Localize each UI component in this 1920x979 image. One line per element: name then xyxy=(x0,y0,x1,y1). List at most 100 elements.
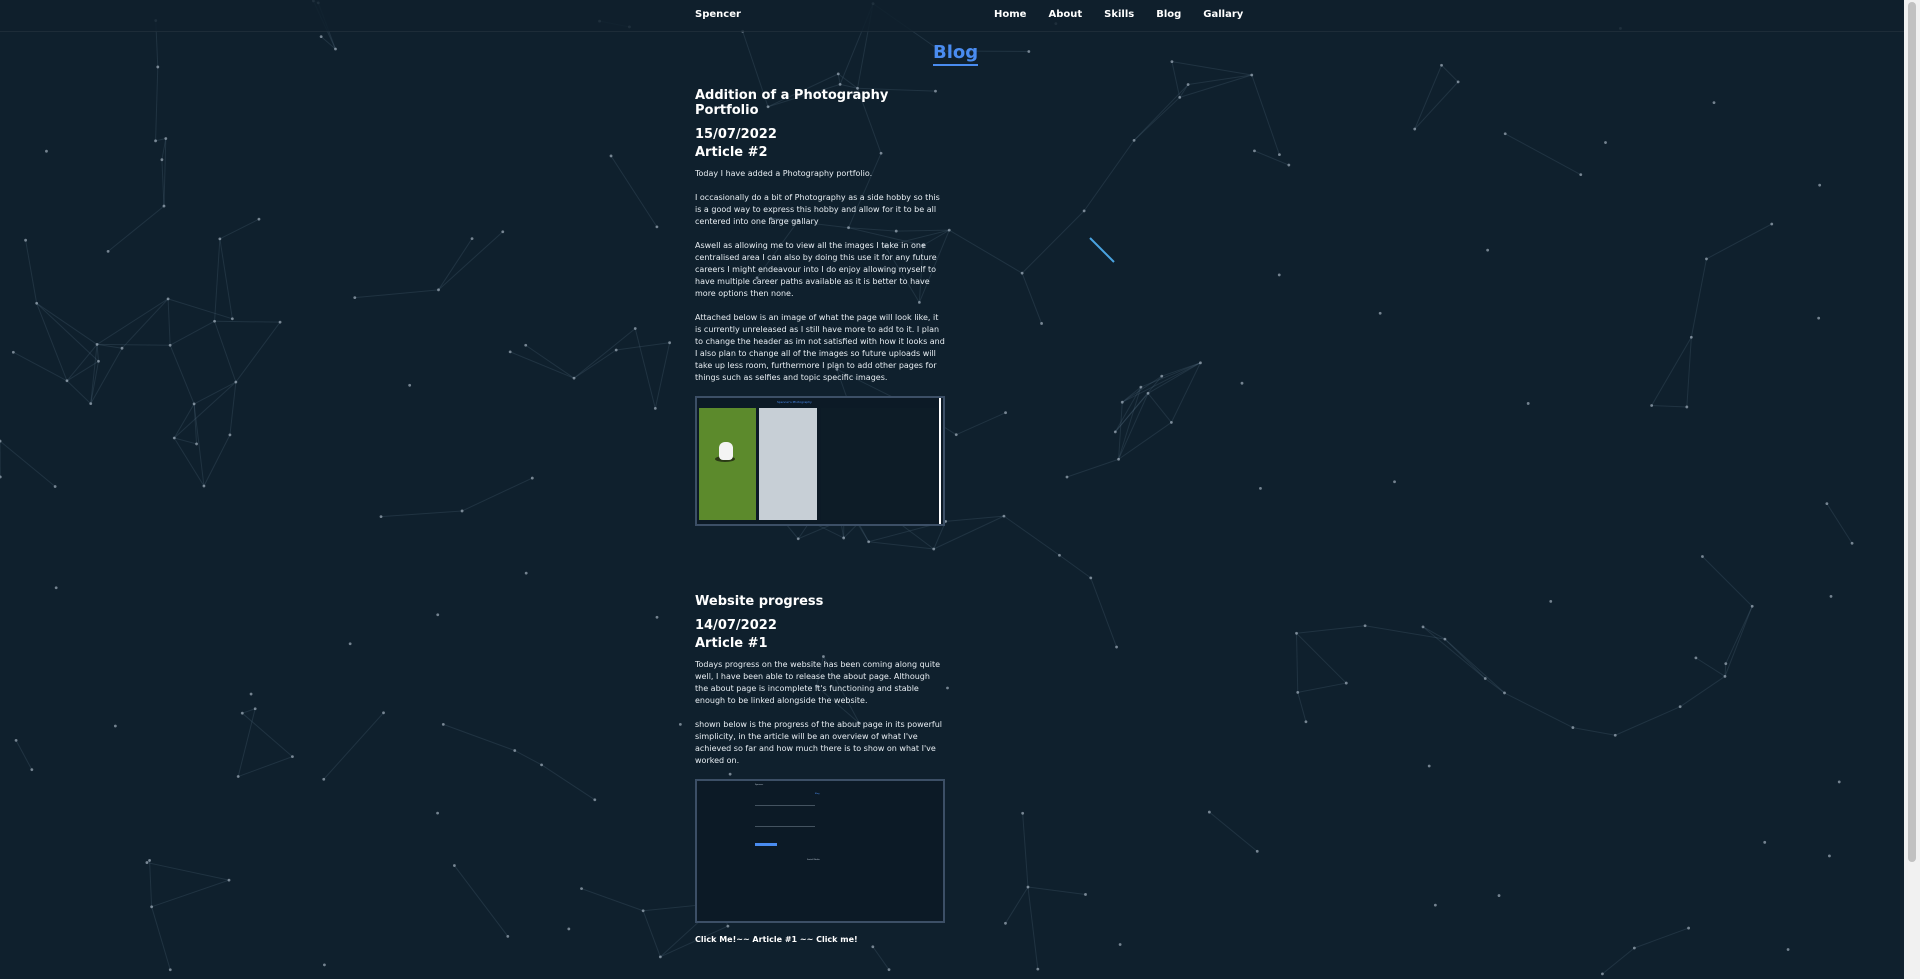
network-node xyxy=(1604,141,1607,144)
network-node xyxy=(1089,576,1093,580)
network-link xyxy=(1188,74,1252,86)
network-link xyxy=(241,712,293,757)
network-node xyxy=(172,436,176,440)
network-node xyxy=(513,749,517,752)
network-link xyxy=(610,155,658,228)
network-node xyxy=(348,642,352,646)
nav-gallary[interactable]: Gallary xyxy=(1203,9,1243,20)
network-node xyxy=(1440,63,1443,67)
network-link xyxy=(1021,272,1043,324)
network-node xyxy=(1613,733,1617,737)
network-node xyxy=(501,230,505,234)
nav-blog[interactable]: Blog xyxy=(1156,9,1181,20)
network-node xyxy=(323,963,326,967)
network-link xyxy=(616,342,670,351)
network-node xyxy=(540,763,543,767)
network-node xyxy=(166,297,170,301)
network-node xyxy=(633,327,637,330)
network-node xyxy=(1065,475,1069,479)
network-node xyxy=(291,755,294,759)
network-node xyxy=(1020,271,1024,275)
network-node xyxy=(1146,391,1150,395)
network-node xyxy=(1296,690,1300,694)
network-link xyxy=(1022,813,1029,888)
network-node xyxy=(1378,311,1382,315)
network-node xyxy=(1259,486,1262,490)
network-link xyxy=(203,434,231,487)
network-link xyxy=(173,381,237,439)
swan-photo-thumbnail xyxy=(699,408,756,520)
network-link xyxy=(25,240,38,304)
screenshot-caption: Spencer's Photography xyxy=(777,400,812,404)
network-link xyxy=(1296,632,1347,684)
network-node xyxy=(156,65,160,69)
network-node xyxy=(524,343,528,347)
network-node xyxy=(1169,421,1173,424)
network-node xyxy=(1632,946,1636,950)
swan-shape xyxy=(719,442,733,460)
network-node xyxy=(947,228,951,232)
network-node xyxy=(1786,948,1790,951)
scrollbar-thumb[interactable] xyxy=(1908,2,1916,862)
network-link xyxy=(573,328,636,379)
network-node xyxy=(1040,322,1043,325)
network-node xyxy=(1724,662,1728,666)
network-node xyxy=(1199,361,1202,365)
network-node xyxy=(30,768,34,772)
network-link xyxy=(96,344,99,362)
network-node xyxy=(530,476,534,480)
brand-logo-text[interactable]: Spencer xyxy=(695,9,741,20)
network-node xyxy=(655,615,659,619)
network-link xyxy=(541,764,596,801)
network-node xyxy=(1701,555,1704,558)
network-node xyxy=(145,861,149,864)
mini-title: Blog xyxy=(815,793,820,795)
network-node xyxy=(508,350,512,354)
network-node xyxy=(319,35,323,39)
network-link xyxy=(193,403,205,487)
network-link xyxy=(654,342,671,409)
network-node xyxy=(1278,153,1281,157)
network-node xyxy=(1421,625,1425,629)
network-link xyxy=(1602,947,1635,975)
network-link xyxy=(13,351,68,382)
network-link xyxy=(872,946,890,970)
network-node xyxy=(1770,222,1774,226)
article-number: Article #2 xyxy=(695,145,768,160)
network-link xyxy=(1133,84,1189,141)
nav-about[interactable]: About xyxy=(1048,9,1082,20)
network-node xyxy=(192,402,196,406)
network-node xyxy=(65,379,69,383)
network-node xyxy=(460,509,464,513)
network-node xyxy=(1579,173,1583,177)
network-link xyxy=(1171,61,1252,76)
network-node xyxy=(164,137,168,140)
network-link xyxy=(173,403,195,439)
network-node xyxy=(1178,95,1182,99)
network-node xyxy=(1850,541,1854,545)
network-node xyxy=(524,571,528,575)
network-link xyxy=(1504,133,1581,176)
network-node xyxy=(218,237,222,241)
network-node xyxy=(45,149,48,153)
network-link xyxy=(36,303,68,382)
article-paragraph: Attached below is an image of what the p… xyxy=(695,313,945,382)
network-node xyxy=(1120,400,1124,404)
article-1: Website progress 14/07/2022 Article #1 T… xyxy=(695,594,945,944)
network-link xyxy=(1027,886,1086,895)
network-node xyxy=(1828,854,1831,858)
page-scrollbar[interactable] xyxy=(1904,0,1920,979)
network-node xyxy=(1058,553,1061,557)
nav-home[interactable]: Home xyxy=(994,9,1026,20)
network-node xyxy=(1132,138,1136,142)
network-node xyxy=(1118,943,1122,946)
article-link-cta[interactable]: Click Me!~~ Article #1 ~~ Click me! xyxy=(695,935,945,944)
nav-skills[interactable]: Skills xyxy=(1104,9,1134,20)
network-link xyxy=(354,289,439,299)
network-node xyxy=(230,317,234,321)
network-node xyxy=(1253,149,1256,153)
network-node xyxy=(1829,595,1833,598)
network-link xyxy=(642,910,661,958)
network-link xyxy=(167,298,171,346)
network-node xyxy=(1021,811,1025,815)
